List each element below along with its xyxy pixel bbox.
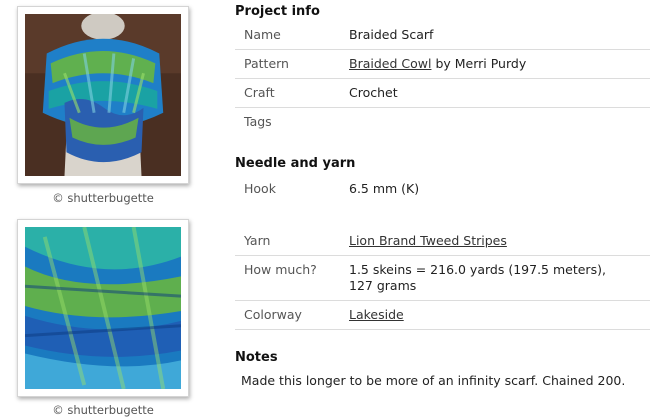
yarn-label: Yarn <box>244 233 271 248</box>
pattern-designer: by Merri Purdy <box>435 56 527 71</box>
braided-scarf-on-mannequin-photo <box>25 14 181 176</box>
yarn-value: Lion Brand Tweed Stripes <box>349 227 650 255</box>
pattern-label: Pattern <box>244 56 289 71</box>
photo-2-caption: © shutterbugette <box>52 403 154 417</box>
crochet-scarf-closeup-photo <box>25 227 181 389</box>
yarn-link[interactable]: Lion Brand Tweed Stripes <box>349 233 507 248</box>
name-row: Name Braided Scarf <box>235 21 650 49</box>
needle-yarn-heading: Needle and yarn <box>235 156 356 171</box>
yarn-table: Yarn Lion Brand Tweed Stripes How much? … <box>235 227 650 330</box>
notes-heading: Notes <box>235 350 278 365</box>
colorway-value: Lakeside <box>349 301 650 329</box>
notes-text: Made this longer to be more of an infini… <box>241 373 626 388</box>
pattern-link[interactable]: Braided Cowl <box>349 56 431 71</box>
tags-value <box>349 108 650 120</box>
name-value: Braided Scarf <box>349 27 434 42</box>
pattern-row: Pattern Braided Cowl by Merri Purdy <box>235 49 650 78</box>
pattern-value: Braided Cowl by Merri Purdy <box>349 50 650 78</box>
colorway-link[interactable]: Lakeside <box>349 307 404 322</box>
project-info-table: Name Braided Scarf Pattern Braided Cowl … <box>235 21 650 133</box>
tags-label: Tags <box>244 114 272 129</box>
how-much-value: 1.5 skeins = 216.0 yards (197.5 meters),… <box>349 256 650 300</box>
craft-label: Craft <box>244 85 275 100</box>
hook-value: 6.5 mm (K) <box>349 181 420 196</box>
craft-value: Crochet <box>349 85 398 100</box>
yarn-row: Yarn Lion Brand Tweed Stripes <box>235 227 650 255</box>
colorway-row: Colorway Lakeside <box>235 300 650 330</box>
name-label: Name <box>244 27 281 42</box>
hook-row: Hook 6.5 mm (K) <box>235 175 650 203</box>
craft-row: Craft Crochet <box>235 78 650 107</box>
how-much-label: How much? <box>244 262 317 277</box>
project-photo-2[interactable] <box>17 219 189 397</box>
photo-1-caption: © shutterbugette <box>52 191 154 205</box>
how-much-row: How much? 1.5 skeins = 216.0 yards (197.… <box>235 255 650 300</box>
how-much-line-2: 127 grams <box>349 278 417 293</box>
tags-row: Tags <box>235 107 650 133</box>
project-info-heading: Project info <box>235 4 320 19</box>
project-photo-1[interactable] <box>17 6 189 184</box>
how-much-line-1: 1.5 skeins = 216.0 yards (197.5 meters), <box>349 262 606 277</box>
hook-label: Hook <box>244 181 276 196</box>
hook-table: Hook 6.5 mm (K) <box>235 175 650 203</box>
colorway-label: Colorway <box>244 307 302 322</box>
